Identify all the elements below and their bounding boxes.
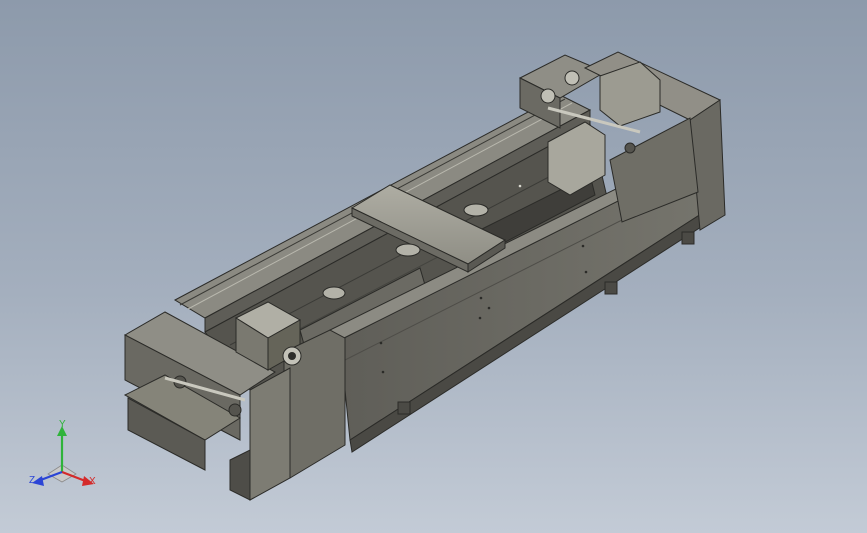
z-axis-label: Z [29, 475, 36, 486]
y-axis-label: Y [59, 419, 66, 430]
conveyor-assembly-model[interactable] [0, 0, 867, 533]
x-axis-label: X [89, 476, 96, 487]
3d-viewport[interactable]: Y Z X [0, 0, 867, 533]
view-orientation-triad[interactable]: Y Z X [26, 420, 106, 490]
